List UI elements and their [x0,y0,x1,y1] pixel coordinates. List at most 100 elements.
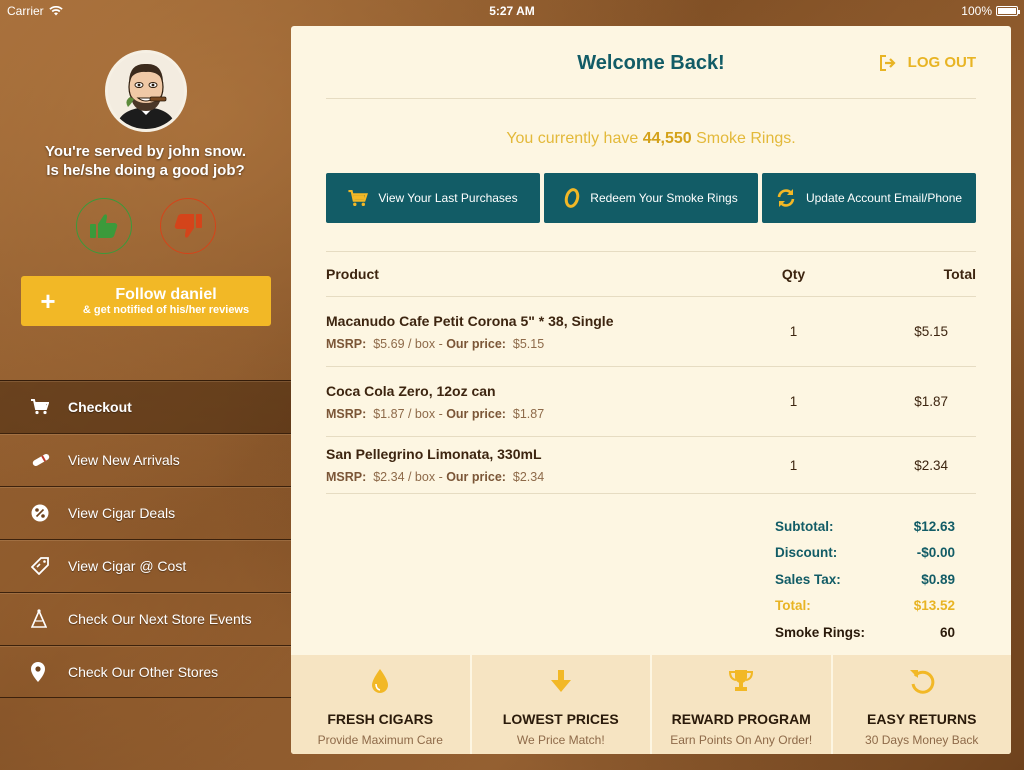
smoke-rings-row: Smoke Rings: 60 [775,624,955,640]
menu-item-cigar-deals[interactable]: View Cigar Deals [0,486,291,539]
action-label: Update Account Email/Phone [805,191,963,205]
logout-button[interactable]: LOG OUT [879,54,976,71]
cigar-icon [0,453,68,467]
cart-icon [0,399,68,415]
map-pin-icon [0,661,68,682]
battery-icon [996,6,1020,16]
table-row: San Pellegrino Limonata, 330mL MSRP: $2.… [326,437,976,494]
main-panel: Welcome Back! LOG OUT You currently have… [291,26,1011,754]
menu-item-other-stores[interactable]: Check Our Other Stores [0,645,291,698]
table-header: Product Qty Total [326,252,976,297]
feature-fresh-cigars: FRESH CIGARS Provide Maximum Care [291,655,470,754]
header-total: Total [943,266,976,282]
menu-label: Check Our Other Stores [68,663,219,680]
party-hat-icon [0,609,68,629]
product-price: MSRP: $5.69 / box - Our price: $5.15 [326,336,545,351]
divider [326,98,976,99]
plus-icon: + [40,285,56,316]
battery-indicator: 100% [961,4,1020,18]
product-name: Macanudo Cafe Petit Corona 5" * 38, Sing… [326,312,614,329]
feature-subtitle: Provide Maximum Care [317,733,443,747]
feature-subtitle: 30 Days Money Back [865,733,979,747]
feature-title: EASY RETURNS [867,711,977,727]
follow-subtitle: & get notified of his/her reviews [82,304,250,316]
action-label: Redeem Your Smoke Rings [590,191,738,205]
follow-title: Follow daniel [115,286,217,303]
feature-reward-program: REWARD PROGRAM Earn Points On Any Order! [652,655,831,754]
percent-icon [0,504,68,522]
view-last-purchases-button[interactable]: View Your Last Purchases [326,173,540,223]
purchase-table: Product Qty Total Macanudo Cafe Petit Co… [326,252,976,494]
feature-title: FRESH CIGARS [327,711,434,727]
menu-label: Check Our Next Store Events [68,611,252,627]
status-bar: Carrier 5:27 AM 100% [0,0,1024,22]
product-qty: 1 [789,457,798,473]
menu-label: Checkout [68,399,132,415]
action-label: View Your Last Purchases [378,191,518,205]
product-price: MSRP: $2.34 / box - Our price: $2.34 [326,470,545,484]
menu-label: View Cigar Deals [68,505,176,521]
product-name: Coca Cola Zero, 12oz can [326,382,496,399]
product-total: $2.34 [914,457,948,473]
cart-icon [348,189,369,206]
points-value: 44,550 [642,130,692,147]
header-qty: Qty [781,266,806,282]
thumbs-down-button[interactable] [160,198,216,254]
points-suffix: Smoke Rings. [696,130,796,147]
avatar [105,50,187,132]
follow-button[interactable]: + Follow daniel & get notified of his/he… [21,276,271,326]
header-product: Product [326,266,379,282]
served-line-1: You're served by john snow. [44,143,247,160]
product-price: MSRP: $1.87 / box - Our price: $1.87 [326,406,545,421]
total-row: Total: $13.52 [775,598,955,614]
subtotal-row: Subtotal: $12.63 [775,518,955,534]
logout-label: LOG OUT [907,54,976,71]
action-buttons: View Your Last Purchases Redeem Your Smo… [326,173,976,223]
thumbs-down-icon [174,214,202,238]
arrow-down-icon [549,665,573,697]
trophy-icon [728,665,754,697]
order-summary: Subtotal: $12.63 Discount: -$0.00 Sales Ta… [775,513,955,646]
thumbs-up-icon [90,214,118,238]
refresh-icon [777,189,795,207]
points-prefix: You currently have [506,130,639,147]
product-total: $5.15 [914,324,948,339]
sidebar-menu: Checkout View New Arrivals View Cigar De… [0,380,291,698]
menu-label: View New Arrivals [68,452,180,468]
table-row: Coca Cola Zero, 12oz can MSRP: $1.87 / b… [326,367,976,437]
redeem-smoke-rings-button[interactable]: Redeem Your Smoke Rings [544,173,758,223]
menu-item-checkout[interactable]: Checkout [0,380,291,433]
avatar-illustration [108,53,184,129]
product-qty: 1 [789,324,798,339]
menu-item-new-arrivals[interactable]: View New Arrivals [0,433,291,486]
feature-subtitle: Earn Points On Any Order! [670,733,813,747]
served-by-text: You're served by john snow. Is he/she do… [0,142,291,180]
sales-tax-row: Sales Tax: $0.89 [775,571,955,587]
product-total: $1.87 [914,394,948,409]
logout-icon [879,54,896,71]
points-message: You currently have 44,550 Smoke Rings. [291,130,1011,148]
product-name: San Pellegrino Limonata, 330mL [326,446,542,462]
menu-item-store-events[interactable]: Check Our Next Store Events [0,592,291,645]
served-line-2: Is he/she doing a good job? [46,162,245,179]
update-account-button[interactable]: Update Account Email/Phone [762,173,976,223]
feature-subtitle: We Price Match! [516,733,605,747]
drop-icon [370,665,390,697]
product-qty: 1 [789,394,798,409]
clock: 5:27 AM [489,4,535,18]
battery-percent: 100% [961,4,992,18]
sidebar: You're served by john snow. Is he/she do… [0,22,291,770]
menu-item-cigar-at-cost[interactable]: View Cigar @ Cost [0,539,291,592]
feature-title: LOWEST PRICES [502,711,619,727]
feature-easy-returns: EASY RETURNS 30 Days Money Back [832,655,1011,754]
thumbs-up-button[interactable] [76,198,132,254]
menu-label: View Cigar @ Cost [68,558,187,574]
feature-lowest-prices: LOWEST PRICES We Price Match! [471,655,650,754]
ring-icon [565,188,580,208]
table-row: Macanudo Cafe Petit Corona 5" * 38, Sing… [326,297,976,367]
tag-icon [0,557,68,575]
undo-icon [909,665,935,697]
feature-title: REWARD PROGRAM [671,711,811,727]
discount-row: Discount: -$0.00 [775,545,955,561]
features-bar: FRESH CIGARS Provide Maximum Care LOWEST… [291,655,1011,754]
